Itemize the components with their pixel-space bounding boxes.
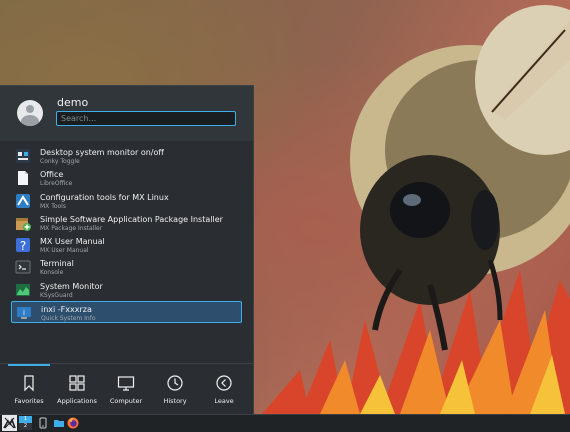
launcher-nav-bar: Favorites Applications Computer History …	[0, 363, 253, 416]
virtual-desktop-pager[interactable]: 1 2	[19, 416, 32, 430]
application-launcher: demo Desktop system monitor on/off Conky…	[0, 85, 254, 416]
desktop-1[interactable]: 1	[19, 416, 32, 423]
app-title: Terminal	[40, 259, 74, 269]
file-manager-icon[interactable]	[53, 417, 65, 429]
computer-icon	[117, 376, 135, 391]
app-subtitle: Quick System Info	[41, 315, 96, 323]
tab-label: Leave	[214, 397, 234, 405]
app-subtitle: MX User Manual	[40, 247, 89, 255]
app-title: inxi -Fxxxrza	[41, 305, 92, 315]
app-subtitle: MX Package Installer	[40, 224, 103, 232]
list-item[interactable]: Office LibreOffice	[11, 167, 242, 189]
app-title: Office	[40, 170, 64, 180]
bookmark-icon	[24, 375, 34, 392]
list-item[interactable]: Configuration tools for MX Linux MX Tool…	[11, 190, 242, 212]
launcher-header: demo	[0, 86, 253, 141]
username-label: demo	[57, 96, 89, 109]
desktop-2[interactable]: 2	[19, 423, 32, 430]
list-item[interactable]: Terminal Konsole	[11, 256, 242, 278]
favorites-list: Desktop system monitor on/off Conky Togg…	[0, 145, 253, 324]
app-title: MX User Manual	[40, 237, 105, 247]
list-item-selected[interactable]: i inxi -Fxxxrza Quick System Info	[11, 301, 242, 324]
leave-icon	[216, 375, 232, 391]
svg-text:i: i	[23, 309, 25, 317]
package-installer-icon	[16, 217, 31, 231]
tab-history[interactable]: History	[150, 364, 200, 416]
user-avatar-icon[interactable]	[17, 100, 43, 126]
list-item[interactable]: ? MX User Manual MX User Manual	[11, 234, 242, 256]
app-title: Configuration tools for MX Linux	[40, 192, 169, 202]
list-item[interactable]: System Monitor KSysGuard	[11, 279, 242, 301]
kde-connect-icon[interactable]	[37, 417, 49, 429]
tab-computer[interactable]: Computer	[101, 364, 151, 416]
firefox-icon[interactable]	[67, 417, 79, 429]
terminal-icon	[15, 260, 31, 274]
list-item[interactable]: Desktop system monitor on/off Conky Togg…	[11, 145, 242, 167]
app-title: System Monitor	[40, 281, 103, 291]
app-subtitle: Konsole	[40, 269, 64, 277]
mx-tools-icon	[16, 193, 30, 208]
app-subtitle: LibreOffice	[40, 180, 73, 188]
app-subtitle: MX Tools	[40, 202, 66, 210]
mx-logo-icon[interactable]	[2, 415, 17, 431]
app-subtitle: Conky Toggle	[40, 158, 80, 165]
list-item[interactable]: Simple Software Application Package Inst…	[11, 212, 242, 234]
tab-applications[interactable]: Applications	[52, 364, 102, 416]
svg-text:?: ?	[20, 239, 26, 253]
app-title: Simple Software Application Package Inst…	[40, 214, 223, 224]
history-clock-icon	[167, 375, 183, 391]
conky-icon	[16, 149, 30, 163]
tab-favorites[interactable]: Favorites	[4, 364, 54, 416]
system-info-icon: i	[17, 307, 31, 320]
tab-leave[interactable]: Leave	[199, 364, 249, 416]
help-icon: ?	[16, 238, 30, 253]
taskbar: 1 2	[0, 414, 570, 432]
system-monitor-icon	[16, 283, 30, 296]
applications-grid-icon	[69, 375, 85, 391]
search-input[interactable]	[56, 111, 236, 126]
office-document-icon	[18, 171, 28, 186]
app-title: Desktop system monitor on/off	[40, 148, 164, 157]
app-subtitle: KSysGuard	[40, 291, 73, 299]
